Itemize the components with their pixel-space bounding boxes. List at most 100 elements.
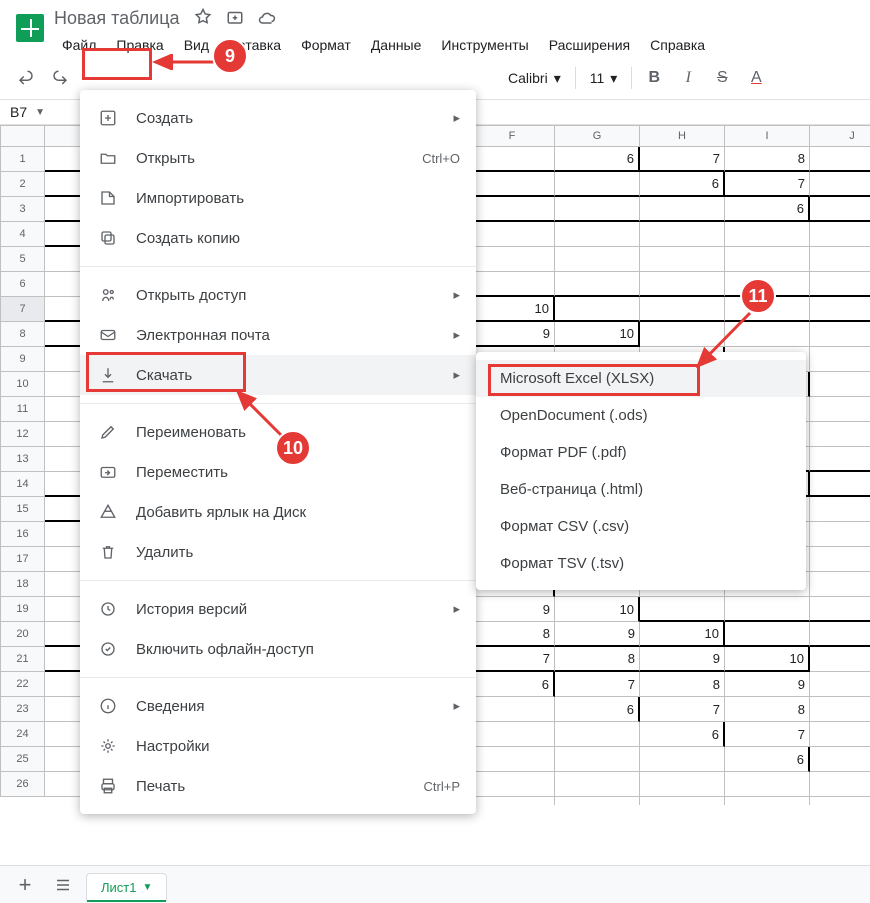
cell[interactable]: 8 [810,447,870,472]
row-header[interactable]: 17 [0,547,45,572]
star-icon[interactable] [194,8,212,29]
cell[interactable] [640,247,725,272]
row-header[interactable]: 9 [0,347,45,372]
column-header[interactable]: J [810,125,870,147]
row-header[interactable]: 6 [0,272,45,297]
column-header[interactable]: H [640,125,725,147]
menu-extensions[interactable]: Расширения [541,33,638,57]
cell[interactable] [725,247,810,272]
submenu-item[interactable]: Формат PDF (.pdf) [476,434,806,471]
row-header[interactable]: 1 [0,147,45,172]
cell[interactable]: 6 [725,197,810,222]
cell[interactable]: 9 [555,622,640,647]
cell[interactable]: 7 [640,697,725,722]
cell[interactable] [725,597,810,622]
cell[interactable] [555,722,640,747]
cell[interactable] [470,222,555,247]
cell[interactable] [810,247,870,272]
cell[interactable] [810,622,870,647]
cell[interactable] [810,297,870,322]
cell[interactable]: 9 [810,422,870,447]
cell[interactable] [640,797,725,805]
cell[interactable] [810,547,870,572]
cell[interactable]: 8 [555,647,640,672]
cell[interactable]: 6 [725,747,810,772]
cell[interactable]: 8 [810,172,870,197]
row-header[interactable]: 20 [0,622,45,647]
cell[interactable] [470,772,555,797]
bold-button[interactable]: B [638,63,670,93]
row-header[interactable]: 12 [0,422,45,447]
menu-item-import[interactable]: Импортировать [80,178,476,218]
cell[interactable]: 7 [470,647,555,672]
cell[interactable] [810,797,870,805]
cell[interactable]: 9 [810,697,870,722]
row-header[interactable]: 16 [0,522,45,547]
cell[interactable] [555,797,640,805]
italic-button[interactable]: I [672,63,704,93]
cell[interactable]: 6 [810,222,870,247]
menu-item-plus-box[interactable]: Создать ▸ [80,98,476,138]
sheet-tab-1[interactable]: Лист1 ▼ [86,873,167,901]
redo-button[interactable] [44,63,76,93]
row-header[interactable]: 18 [0,572,45,597]
submenu-item[interactable]: OpenDocument (.ods) [476,397,806,434]
cell[interactable] [640,597,725,622]
font-selector[interactable]: Calibri ▾ [500,66,569,91]
cell[interactable] [810,647,870,672]
cell[interactable] [810,322,870,347]
text-color-button[interactable]: A [740,63,772,93]
cell[interactable] [555,272,640,297]
cell[interactable]: 6 [810,497,870,522]
menu-item-drive[interactable]: Добавить ярлык на Диск [80,492,476,532]
menu-help[interactable]: Справка [642,33,713,57]
cell[interactable] [470,697,555,722]
document-title[interactable]: Новая таблица [54,8,180,29]
cell[interactable]: 9 [810,147,870,172]
cell[interactable] [810,522,870,547]
row-header[interactable]: 3 [0,197,45,222]
cell[interactable] [725,222,810,247]
cell[interactable]: 7 [555,672,640,697]
cell[interactable] [470,147,555,172]
cell[interactable] [810,272,870,297]
cell[interactable] [470,197,555,222]
cell[interactable] [470,797,555,805]
menu-tools[interactable]: Инструменты [433,33,536,57]
menu-format[interactable]: Формат [293,33,359,57]
add-sheet-button[interactable]: + [10,870,40,900]
menu-item-info[interactable]: Сведения ▸ [80,686,476,726]
cell[interactable]: 10 [640,622,725,647]
cell[interactable]: 7 [810,472,870,497]
row-header[interactable]: 5 [0,247,45,272]
column-header[interactable]: F [470,125,555,147]
submenu-item[interactable]: Формат CSV (.csv) [476,508,806,545]
row-header[interactable]: 10 [0,372,45,397]
menu-item-print[interactable]: Печать Ctrl+P [80,766,476,806]
cloud-status-icon[interactable] [258,8,276,29]
cell[interactable] [555,247,640,272]
cell[interactable]: 6 [555,697,640,722]
select-all-corner[interactable] [0,125,45,147]
cell[interactable]: 7 [640,147,725,172]
cell[interactable] [640,747,725,772]
cell[interactable] [555,172,640,197]
cell[interactable]: 9 [470,597,555,622]
cell[interactable] [640,222,725,247]
menu-item-copy[interactable]: Создать копию [80,218,476,258]
cell[interactable]: 6 [555,147,640,172]
cell[interactable] [725,772,810,797]
row-header[interactable]: 21 [0,647,45,672]
cell[interactable]: 10 [555,597,640,622]
cell[interactable]: 6 [640,722,725,747]
cell[interactable]: 6 [810,772,870,797]
row-header[interactable]: 13 [0,447,45,472]
column-header[interactable]: G [555,125,640,147]
menu-item-folder[interactable]: Открыть Ctrl+O [80,138,476,178]
cell[interactable]: 8 [725,697,810,722]
cell[interactable]: 9 [470,322,555,347]
row-header[interactable]: 15 [0,497,45,522]
column-header[interactable]: I [725,125,810,147]
menu-item-gear[interactable]: Настройки [80,726,476,766]
cell[interactable] [810,347,870,372]
